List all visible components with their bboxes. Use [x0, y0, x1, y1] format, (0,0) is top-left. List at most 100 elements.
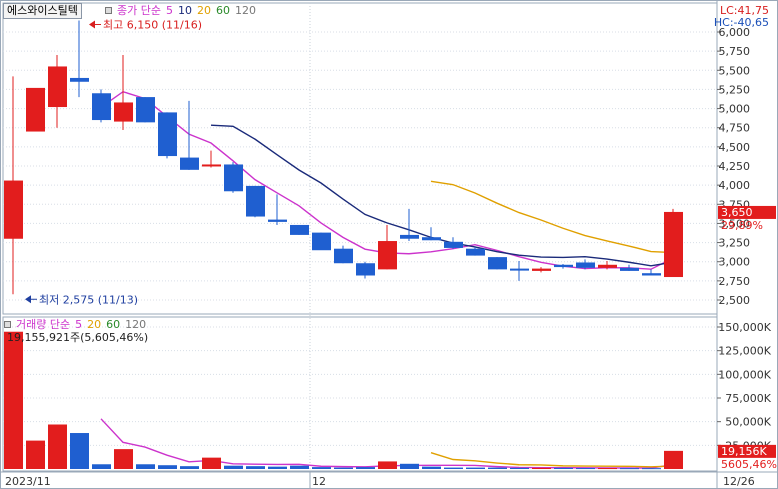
ticker-name-box[interactable]: 에스와이스틸텍	[3, 3, 82, 19]
candle-body	[532, 268, 551, 271]
x-label-end: 12/26	[723, 475, 755, 488]
candle-body	[444, 241, 463, 248]
price-tick-label: 3,000	[719, 256, 751, 269]
candlestick-series	[4, 20, 683, 295]
candle-body	[202, 164, 221, 167]
price-tick-label: 5,500	[719, 64, 751, 77]
volume-bar	[554, 467, 573, 469]
candle-body	[378, 241, 397, 270]
volume-bar	[378, 461, 397, 469]
volume-bar	[4, 331, 23, 469]
volume-bars	[4, 331, 683, 470]
volume-bar	[312, 467, 331, 469]
ma-period-10[interactable]: 10	[178, 4, 192, 17]
low-annotation: 최저 2,575 (11/13)	[39, 293, 138, 306]
ma-period-60[interactable]: 60	[216, 4, 230, 17]
stock-chart-window: 6,000 5,750 5,500 5,250 5,000 4,750 4,500 4,250…	[0, 0, 778, 489]
volume-bar	[202, 457, 221, 469]
volume-bar	[70, 433, 89, 469]
candle-body	[576, 262, 595, 268]
volume-bar	[466, 467, 485, 469]
ma-period-20[interactable]: 20	[197, 4, 211, 17]
candle-body	[598, 264, 617, 268]
volume-bar	[576, 468, 595, 470]
volume-bar	[510, 467, 529, 469]
current-volume-label: 19,156K	[721, 445, 767, 458]
volume-tick-label: 125,000K	[718, 345, 771, 358]
candle-body	[224, 164, 243, 192]
candle-body	[26, 87, 45, 132]
volume-legend-title: 거래량 단순	[16, 318, 71, 331]
volume-tick-label: 75,000K	[725, 392, 771, 405]
volume-info-annotation: 19,155,921주(5,605,46%)	[7, 331, 148, 344]
candle-body	[290, 224, 309, 235]
ticker-name: 에스와이스틸텍	[7, 4, 78, 17]
volume-bar	[422, 466, 441, 469]
x-label-start: 2023/11	[5, 475, 51, 488]
volume-bar	[400, 463, 419, 469]
price-tick-label: 2,500	[719, 294, 751, 307]
high-annotation: 최고 6,150 (11/16)	[103, 19, 202, 32]
candle-body	[466, 248, 485, 256]
legend-toggle-icon[interactable]	[105, 7, 112, 14]
volume-bar	[444, 467, 463, 469]
candle-body	[70, 77, 89, 82]
volume-bar	[224, 465, 243, 469]
candle-body	[488, 257, 507, 270]
candle-body	[312, 232, 331, 251]
volume-bar	[356, 467, 375, 469]
volume-tick-label: 50,000K	[725, 416, 771, 429]
price-tick-label: 2,750	[719, 275, 751, 288]
volume-bar	[290, 465, 309, 469]
hc-indicator: HC:-40,65	[713, 16, 769, 29]
volume-bar	[180, 466, 199, 469]
candle-body	[136, 97, 155, 123]
price-tick-label: 5,000	[719, 103, 751, 116]
volume-bar	[92, 464, 111, 469]
volume-legend[interactable]: 거래량 단순 5 20 60 120	[4, 318, 151, 332]
price-tick-label: 5,250	[719, 83, 751, 96]
candle-body	[422, 237, 441, 241]
volume-tick-label: 100,000K	[718, 368, 771, 381]
price-legend[interactable]: 종가 단순 5 10 20 60 120	[105, 4, 261, 18]
candle-body	[334, 248, 353, 264]
vol-ma-period-60[interactable]: 60	[106, 318, 120, 331]
vol-ma-period-120[interactable]: 120	[125, 318, 146, 331]
candle-body	[48, 66, 67, 108]
candle-body	[268, 219, 287, 222]
volume-bar	[114, 449, 133, 469]
candle-body	[554, 264, 573, 268]
chart-canvas: 6,0005,7505,5005,2505,0004,7504,5004,250…	[1, 1, 778, 489]
candle-body	[158, 112, 177, 157]
volume-bar	[26, 440, 45, 469]
price-tick-label: 4,750	[719, 122, 751, 135]
price-tick-label: 5,750	[719, 45, 751, 58]
volume-ma-lines	[100, 418, 674, 469]
price-tick-label: 3,250	[719, 237, 751, 250]
candle-body	[4, 180, 23, 239]
ma-period-120[interactable]: 120	[235, 4, 256, 17]
candle-body	[642, 273, 661, 276]
candle-body	[92, 93, 111, 121]
ma20-line	[430, 180, 674, 254]
candle-body	[620, 267, 639, 271]
legend-toggle-icon[interactable]	[4, 321, 11, 328]
x-label-month: 12	[312, 475, 326, 488]
volume-ma5-line	[100, 418, 674, 469]
volume-bar	[488, 467, 507, 469]
price-legend-title: 종가 단순	[117, 4, 161, 17]
candle-body	[246, 185, 265, 217]
volume-bar	[48, 424, 67, 469]
volume-bar	[532, 467, 551, 469]
candle-body	[664, 211, 683, 278]
price-tick-label: 4,250	[719, 160, 751, 173]
volume-bar	[620, 468, 639, 470]
ma-period-5[interactable]: 5	[166, 4, 173, 17]
candle-body	[114, 102, 133, 122]
vol-ma-period-5[interactable]: 5	[75, 318, 82, 331]
volume-bar	[598, 468, 617, 470]
volume-bar	[642, 468, 661, 470]
volume-bar	[136, 464, 155, 469]
candle-body	[180, 157, 199, 170]
vol-ma-period-20[interactable]: 20	[87, 318, 101, 331]
